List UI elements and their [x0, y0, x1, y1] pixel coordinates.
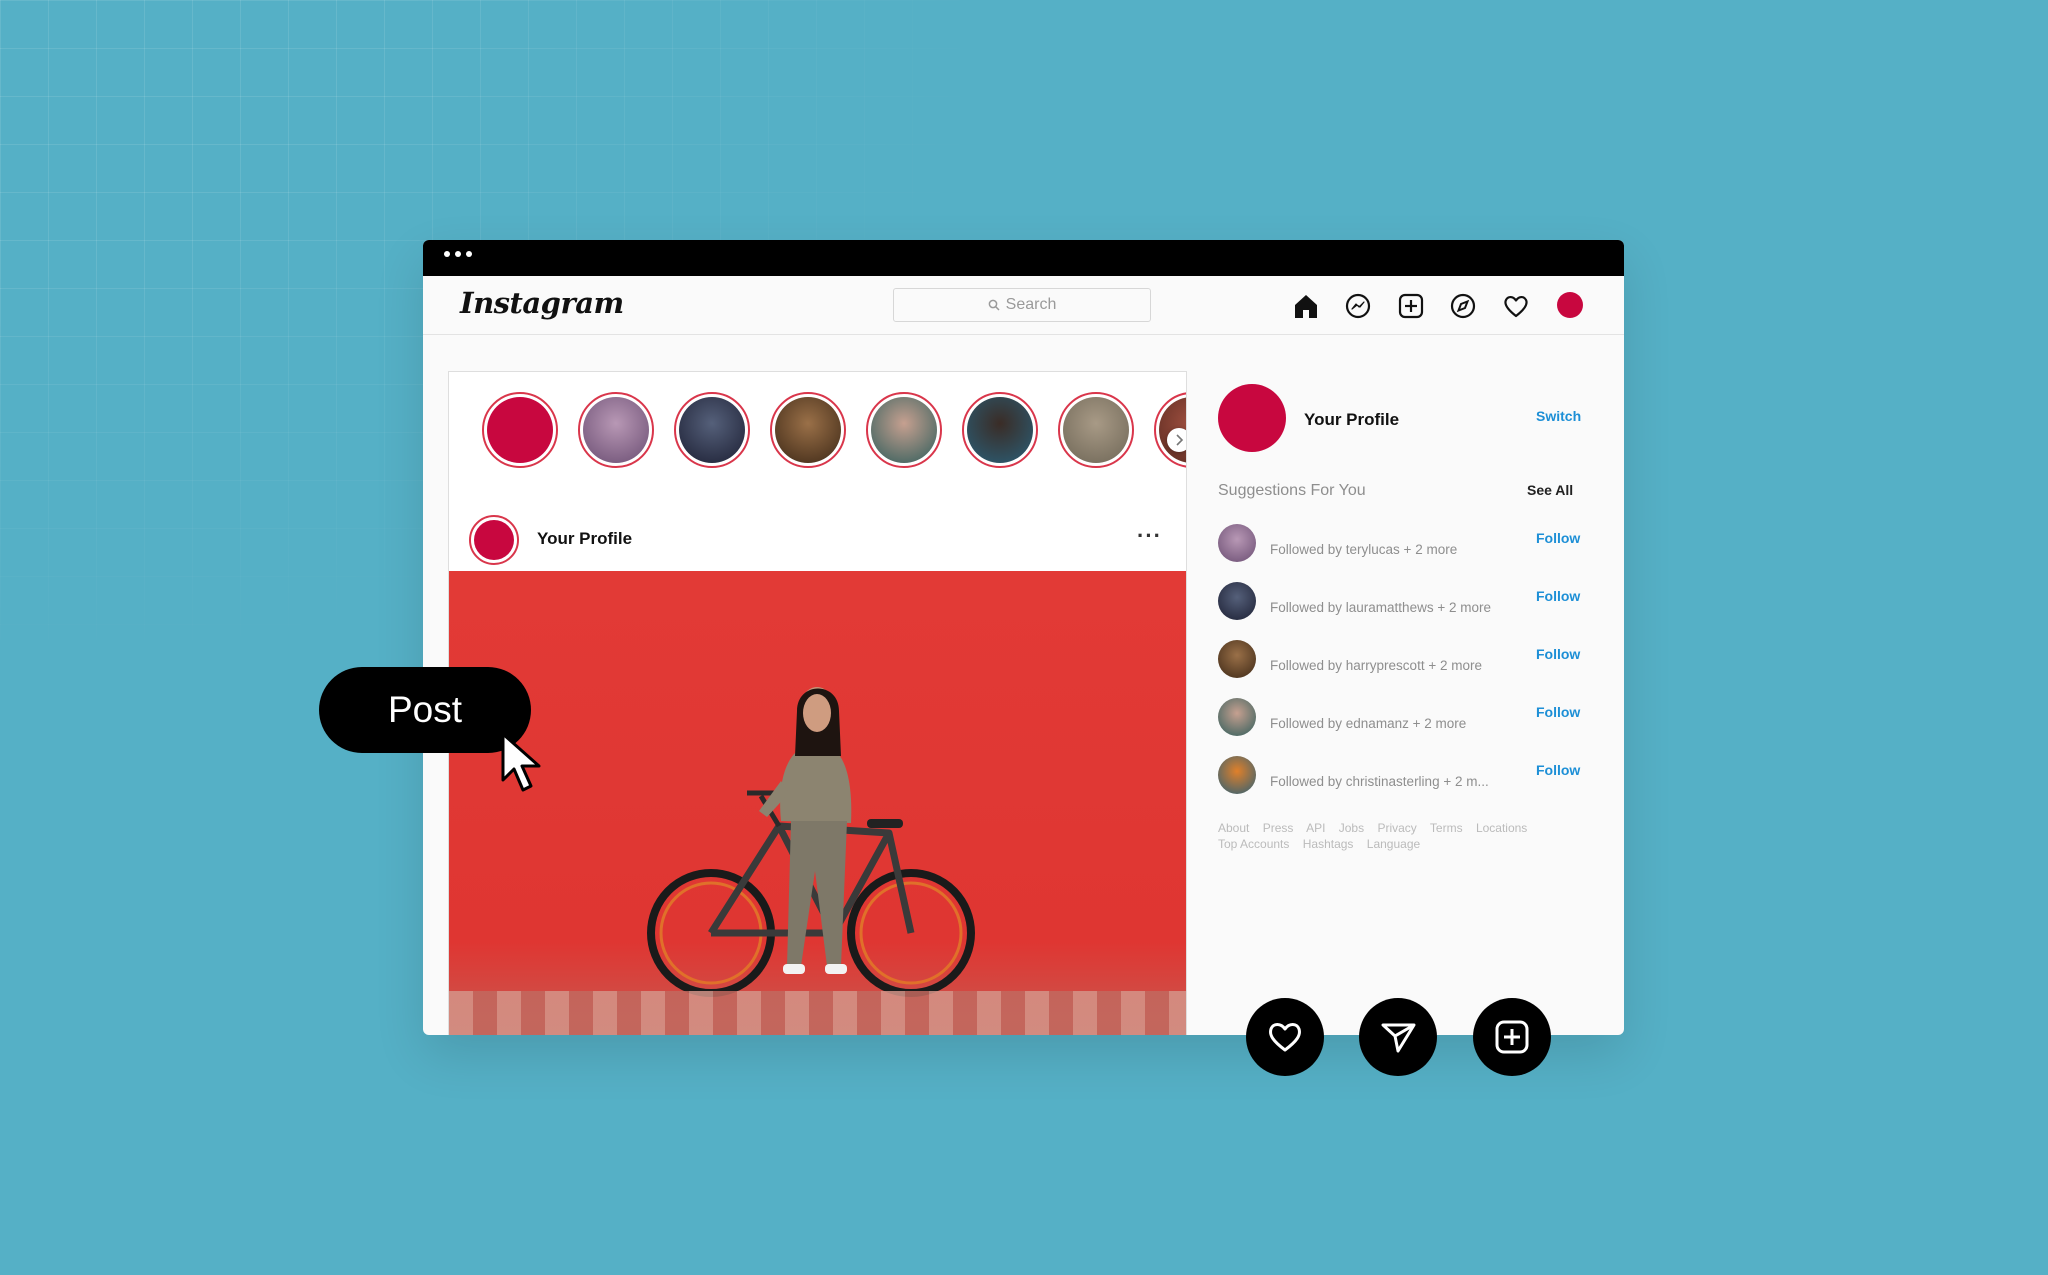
- suggestion-avatar[interactable]: [1218, 698, 1256, 736]
- post-author-name[interactable]: Your Profile: [537, 529, 632, 549]
- follow-button[interactable]: Follow: [1536, 762, 1580, 778]
- post-more-options-icon[interactable]: ···: [1137, 523, 1162, 549]
- footer-link[interactable]: Jobs: [1339, 821, 1364, 835]
- suggestion-avatar[interactable]: [1218, 640, 1256, 678]
- woman-with-bicycle-illustration: [647, 687, 975, 997]
- search-icon: [988, 299, 1000, 311]
- suggestion-text: Followed by ednamanz + 2 more: [1270, 716, 1467, 731]
- mouse-cursor-icon: [501, 732, 541, 792]
- feed-post: Your Profile ···: [448, 503, 1187, 1035]
- story-avatar[interactable]: [866, 392, 942, 468]
- tiled-ground: [449, 991, 1186, 1035]
- footer-link[interactable]: Top Accounts: [1218, 837, 1289, 851]
- footer-link[interactable]: Language: [1367, 837, 1420, 851]
- top-navigation: Instagram Search: [423, 276, 1624, 335]
- suggestion-avatar[interactable]: [1218, 582, 1256, 620]
- post-author-avatar[interactable]: [469, 515, 519, 565]
- follow-button[interactable]: Follow: [1536, 588, 1580, 604]
- profile-avatar[interactable]: [1557, 292, 1583, 318]
- like-button[interactable]: [1246, 998, 1324, 1076]
- suggestion-row: Followed by christinasterling + 2 m... F…: [1218, 756, 1618, 800]
- instagram-logo[interactable]: Instagram: [460, 286, 624, 320]
- stories-next-button[interactable]: [1167, 428, 1186, 452]
- switch-account-link[interactable]: Switch: [1536, 408, 1581, 424]
- suggestions-title: Suggestions For You: [1218, 482, 1366, 499]
- footer-link[interactable]: Hashtags: [1303, 837, 1354, 851]
- footer-link[interactable]: Locations: [1476, 821, 1527, 835]
- search-placeholder: Search: [1005, 296, 1057, 313]
- suggestion-avatar[interactable]: [1218, 756, 1256, 794]
- follow-button[interactable]: Follow: [1536, 646, 1580, 662]
- add-button[interactable]: [1473, 998, 1551, 1076]
- suggestion-row: Followed by terylucas + 2 more Follow: [1218, 524, 1618, 568]
- story-avatar[interactable]: [578, 392, 654, 468]
- add-icon: [1495, 1020, 1529, 1054]
- suggestion-text: Followed by terylucas + 2 more: [1270, 542, 1458, 557]
- suggestion-avatar[interactable]: [1218, 524, 1256, 562]
- sidebar-profile-avatar[interactable]: [1218, 384, 1286, 452]
- story-avatar[interactable]: [770, 392, 846, 468]
- messenger-icon[interactable]: [1343, 291, 1373, 321]
- new-post-icon[interactable]: [1396, 291, 1426, 321]
- search-input[interactable]: Search: [893, 288, 1151, 322]
- suggestion-text: Followed by harryprescott + 2 more: [1270, 658, 1482, 673]
- story-avatar[interactable]: [674, 392, 750, 468]
- suggestion-row: Followed by harryprescott + 2 more Follo…: [1218, 640, 1618, 684]
- home-icon[interactable]: [1291, 291, 1321, 321]
- story-avatar[interactable]: [962, 392, 1038, 468]
- footer-link[interactable]: About: [1218, 821, 1249, 835]
- footer-link[interactable]: API: [1306, 821, 1325, 835]
- story-avatar[interactable]: [482, 392, 558, 468]
- story-avatar[interactable]: [1058, 392, 1134, 468]
- footer-link[interactable]: Press: [1263, 821, 1294, 835]
- post-image[interactable]: [449, 571, 1186, 1035]
- post-header: Your Profile ···: [449, 503, 1186, 571]
- footer-link[interactable]: Privacy: [1377, 821, 1416, 835]
- window-titlebar: [423, 240, 1624, 276]
- share-button[interactable]: [1359, 998, 1437, 1076]
- explore-icon[interactable]: [1448, 291, 1478, 321]
- follow-button[interactable]: Follow: [1536, 704, 1580, 720]
- suggestion-row: Followed by ednamanz + 2 more Follow: [1218, 698, 1618, 742]
- chevron-right-icon: [1176, 434, 1184, 446]
- suggestion-text: Followed by christinasterling + 2 m...: [1270, 774, 1489, 789]
- sidebar-profile-name[interactable]: Your Profile: [1304, 410, 1399, 430]
- browser-window: Instagram Search Your Profile ··· Your P…: [423, 240, 1624, 1035]
- footer-links: About Press API Jobs Privacy Terms Locat…: [1218, 820, 1548, 852]
- window-menu-dots[interactable]: [444, 251, 472, 257]
- send-icon: [1381, 1023, 1416, 1053]
- follow-button[interactable]: Follow: [1536, 530, 1580, 546]
- activity-heart-icon[interactable]: [1501, 291, 1531, 321]
- suggestion-text: Followed by lauramatthews + 2 more: [1270, 600, 1491, 615]
- heart-icon: [1269, 1023, 1301, 1052]
- stories-tray: [448, 371, 1187, 505]
- suggestion-row: Followed by lauramatthews + 2 more Follo…: [1218, 582, 1618, 626]
- footer-link[interactable]: Terms: [1430, 821, 1463, 835]
- see-all-link[interactable]: See All: [1527, 482, 1573, 498]
